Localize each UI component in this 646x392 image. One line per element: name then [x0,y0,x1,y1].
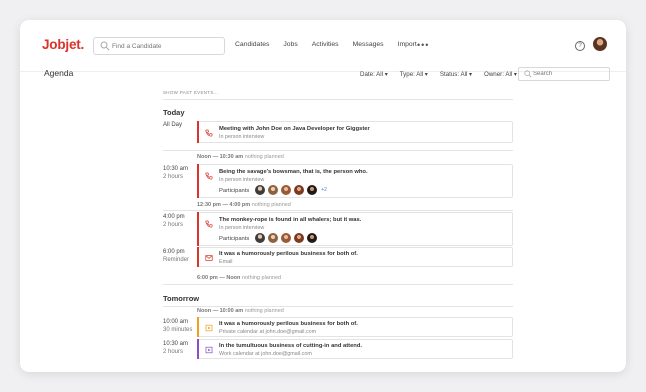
day-heading-today: Today [163,108,185,117]
calendar-flag-icon [205,324,213,332]
more-icon[interactable]: ••• [417,40,429,50]
event-subtitle: Email [219,259,233,265]
app-window: Jobjet. Candidates Jobs Activities Messa… [20,20,626,372]
event-color-bar [197,317,199,337]
event-card[interactable]: It was a humorously perilous business fo… [197,247,513,267]
event-card[interactable]: In the tumultuous business of cutting-in… [197,339,513,359]
event-title: Meeting with John Doe on Java Developer … [219,126,370,132]
divider [163,99,513,100]
participant-avatar[interactable] [281,185,291,195]
gap-note: 12:30 pm — 4:00 pm nothing planned [197,202,291,208]
participant-avatar[interactable] [307,185,317,195]
event-subtitle: In person interview [219,177,265,183]
event-title: In the tumultuous business of cutting-in… [219,343,362,349]
event-card[interactable]: The monkey-rope is found in all whalers;… [197,212,513,246]
participants-list: +2 [255,185,327,195]
event-color-bar [197,339,199,359]
participant-avatar[interactable] [268,233,278,243]
event-card[interactable]: Being the savage's bowsman, that is, the… [197,164,513,198]
event-subtitle: In person interview [219,225,265,231]
event-time: 6:00 pm Reminder [163,249,190,263]
filter-type[interactable]: Type: All [400,71,428,78]
gap-note: Noon — 10:30 am nothing planned [197,154,284,160]
phone-icon [205,129,213,137]
divider [163,150,513,151]
event-card[interactable]: Meeting with John Doe on Java Developer … [197,121,513,143]
calendar-flag-icon [205,346,213,354]
mail-icon [205,255,213,261]
filter-bar: Date: All Type: All Status: All Owner: A… [360,71,529,78]
event-card[interactable]: It was a humorously perilous business fo… [197,317,513,337]
event-color-bar [197,121,199,143]
participant-avatar[interactable] [281,233,291,243]
event-time: 4:00 pm 2 hours [163,214,185,228]
gap-note: Noon — 10:00 am nothing planned [197,308,284,314]
show-past-events-link[interactable]: SHOW PAST EVENTS... [163,90,218,95]
day-heading-tomorrow: Tomorrow [163,294,200,303]
participant-avatar[interactable] [255,233,265,243]
event-color-bar [197,247,199,267]
event-title: It was a humorously perilous business fo… [219,321,358,327]
candidate-search[interactable] [93,37,225,55]
nav-links: Candidates Jobs Activities Messages Impo… [235,41,431,48]
gap-note: 6:00 pm — Noon nothing planned [197,275,282,281]
participant-avatar[interactable] [268,185,278,195]
agenda-search-input[interactable] [533,69,605,79]
help-icon[interactable]: ? [575,41,585,51]
divider [163,210,513,211]
agenda-list: SHOW PAST EVENTS... Today All Day Meetin… [163,84,513,372]
agenda-search[interactable] [518,67,610,81]
user-avatar[interactable] [593,37,607,51]
participant-avatar[interactable] [294,185,304,195]
participant-avatar[interactable] [294,233,304,243]
event-time: 10:30 am 2 hours [163,166,189,180]
event-subtitle: Private calendar at john.doe@gmail.com [219,329,317,335]
participants-label: Participants [219,236,250,242]
page-title: Agenda [44,68,74,78]
participant-avatar[interactable] [307,233,317,243]
event-time: 10:00 am 30 minutes [163,319,193,333]
filter-status[interactable]: Status: All [440,71,472,78]
nav-import[interactable]: Import [398,41,417,48]
candidate-search-input[interactable] [112,40,222,53]
event-time: 10:30 am 2 hours [163,341,189,355]
event-time: All Day [163,122,183,128]
event-subtitle: Work calendar at john.doe@gmail.com [219,351,312,357]
divider [163,306,513,307]
nav-messages[interactable]: Messages [353,41,384,48]
event-color-bar [197,164,199,198]
event-color-bar [197,212,199,246]
search-icon [524,70,532,78]
filter-owner[interactable]: Owner: All [484,71,517,78]
participants-list [255,233,320,243]
event-title: The monkey-rope is found in all whalers;… [219,217,362,223]
phone-icon [205,220,213,228]
nav-jobs[interactable]: Jobs [283,41,297,48]
top-nav: Jobjet. Candidates Jobs Activities Messa… [20,20,626,72]
participant-avatar[interactable] [255,185,265,195]
nav-candidates[interactable]: Candidates [235,41,269,48]
divider [163,284,513,285]
phone-icon [205,172,213,180]
more-participants[interactable]: +2 [321,185,327,195]
participants-label: Participants [219,188,250,194]
event-title: It was a humorously perilous business fo… [219,251,358,257]
filter-date[interactable]: Date: All [360,71,388,78]
event-subtitle: In person interview [219,134,265,140]
logo[interactable]: Jobjet. [42,37,84,52]
nav-activities[interactable]: Activities [312,41,339,48]
event-title: Being the savage's bowsman, that is, the… [219,169,368,175]
search-icon [100,41,110,51]
